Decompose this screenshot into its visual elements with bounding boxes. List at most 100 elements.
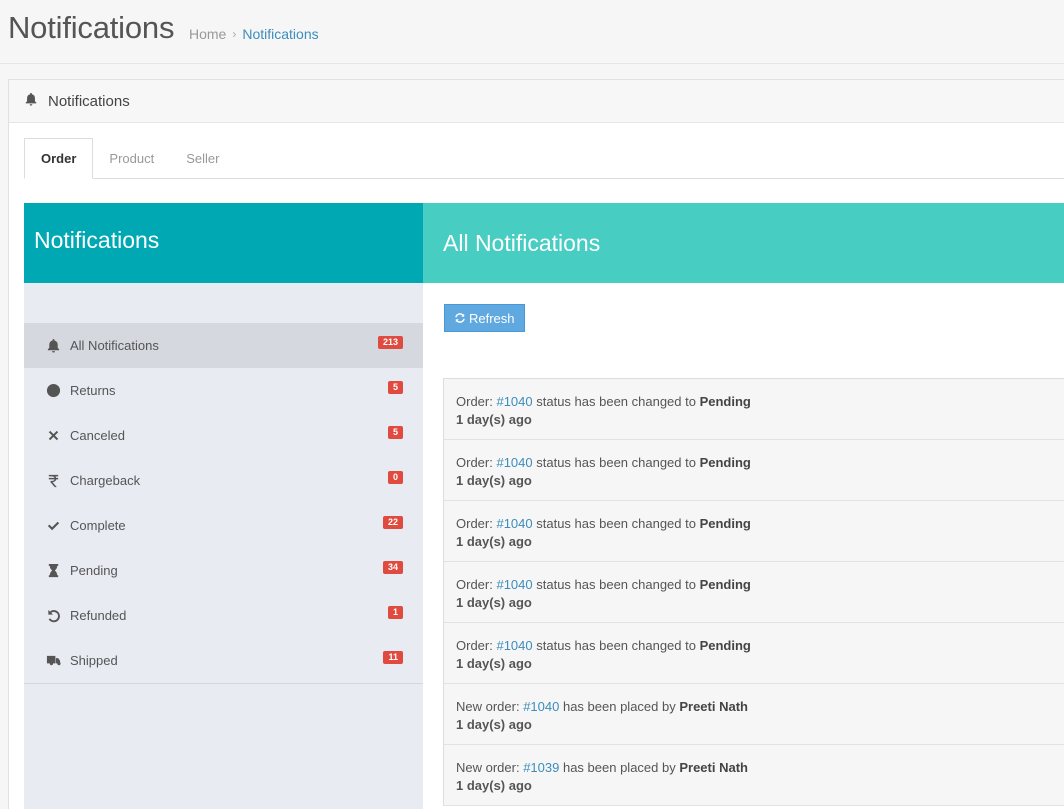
- refresh-icon: [454, 312, 469, 324]
- hourglass-icon: [44, 563, 62, 578]
- notification-emphasis: Pending: [699, 455, 751, 470]
- refresh-label: Refresh: [469, 310, 515, 326]
- notification-time: 1 day(s) ago: [456, 656, 532, 671]
- sidebar-item-complete[interactable]: Complete 22: [24, 503, 423, 548]
- check-icon: [44, 518, 62, 533]
- rupee-icon: [44, 473, 62, 488]
- notification-item: New order: #1040 has been placed by Pree…: [444, 684, 1064, 745]
- sidebar-item-chargeback[interactable]: Chargeback 0: [24, 458, 423, 503]
- count-badge: 22: [382, 516, 403, 529]
- order-link[interactable]: #1039: [523, 760, 559, 775]
- notification-message: Order: #1040 status has been changed to …: [456, 454, 1064, 472]
- notification-prefix: Order:: [456, 638, 497, 653]
- sidebar-item-label: Complete: [70, 518, 126, 533]
- notification-item: Order: #1040 status has been changed to …: [444, 501, 1064, 562]
- notification-emphasis: Preeti Nath: [679, 760, 748, 775]
- notification-text: status has been changed to: [532, 455, 700, 470]
- sidebar-item-canceled[interactable]: Canceled 5: [24, 413, 423, 458]
- sidebar-item-returns[interactable]: Returns 5: [24, 368, 423, 413]
- truck-icon: [44, 653, 62, 668]
- bell-icon: [24, 92, 38, 111]
- notification-emphasis: Pending: [699, 638, 751, 653]
- sidebar-item-label: Canceled: [70, 428, 125, 443]
- sidebar-item-shipped[interactable]: Shipped 11: [24, 638, 423, 683]
- bell-icon: [44, 338, 62, 353]
- refresh-button[interactable]: Refresh: [444, 304, 525, 332]
- sidebar-item-label: Shipped: [70, 653, 118, 668]
- order-link[interactable]: #1040: [496, 638, 532, 653]
- sidebar-item-all-notifications[interactable]: All Notifications 213: [24, 323, 423, 368]
- order-link[interactable]: #1040: [523, 699, 559, 714]
- notification-text: has been placed by: [559, 699, 680, 714]
- notification-time: 1 day(s) ago: [456, 717, 532, 732]
- notification-message: Order: #1040 status has been changed to …: [456, 637, 1064, 655]
- notification-message: New order: #1040 has been placed by Pree…: [456, 698, 1064, 716]
- notification-message: Order: #1040 status has been changed to …: [456, 576, 1064, 594]
- sidebar-item-label: All Notifications: [70, 338, 159, 353]
- notification-item: Order: #1040 status has been changed to …: [444, 379, 1064, 440]
- tab-product[interactable]: Product: [93, 138, 170, 179]
- breadcrumb: Home › Notifications: [189, 26, 319, 42]
- notification-prefix: Order:: [456, 516, 497, 531]
- notification-message: Order: #1040 status has been changed to …: [456, 393, 1064, 411]
- notification-time: 1 day(s) ago: [456, 412, 532, 427]
- tab-order[interactable]: Order: [24, 138, 94, 179]
- sidebar-item-label: Chargeback: [70, 473, 141, 488]
- sidebar-item-refunded[interactable]: Refunded 1: [24, 593, 423, 638]
- notification-prefix: New order:: [456, 760, 524, 775]
- sidebar-item-label: Returns: [70, 383, 116, 398]
- notification-prefix: Order:: [456, 394, 497, 409]
- notification-time: 1 day(s) ago: [456, 595, 532, 610]
- portlet-title: Notifications: [48, 92, 130, 110]
- notification-filter-menu: All Notifications 213 Returns 5 Canceled 5 Cha…: [24, 323, 423, 684]
- sidebar-title: Notifications: [24, 203, 423, 283]
- page-header: Notifications Home › Notifications: [0, 0, 1064, 64]
- main-title: All Notifications: [423, 203, 1064, 283]
- order-link[interactable]: #1040: [496, 516, 532, 531]
- notification-time: 1 day(s) ago: [456, 473, 532, 488]
- breadcrumb-current[interactable]: Notifications: [242, 26, 318, 42]
- count-badge: 0: [387, 471, 403, 484]
- notification-list: Order: #1040 status has been changed to …: [443, 378, 1064, 806]
- notification-time: 1 day(s) ago: [456, 534, 532, 549]
- notifications-portlet: Notifications Order Product Seller Notific…: [8, 79, 1064, 809]
- notification-item: Order: #1040 status has been changed to …: [444, 440, 1064, 501]
- sidebar-item-label: Refunded: [70, 608, 127, 623]
- arrow-circle-left-icon: [44, 383, 62, 398]
- notification-message: Order: #1040 status has been changed to …: [456, 515, 1064, 533]
- count-badge: 213: [377, 336, 403, 349]
- order-link[interactable]: #1040: [496, 455, 532, 470]
- portlet-header: Notifications: [9, 80, 1064, 123]
- notification-text: has been placed by: [559, 760, 680, 775]
- notification-text: status has been changed to: [532, 394, 700, 409]
- notification-item: Order: #1040 status has been changed to …: [444, 623, 1064, 684]
- order-link[interactable]: #1040: [496, 394, 532, 409]
- notification-emphasis: Preeti Nath: [679, 699, 748, 714]
- close-icon: [44, 428, 62, 443]
- page-title: Notifications: [8, 10, 175, 45]
- notification-item: New order: #1039 has been placed by Pree…: [444, 745, 1064, 806]
- order-link[interactable]: #1040: [496, 577, 532, 592]
- notification-prefix: New order:: [456, 699, 524, 714]
- notification-text: status has been changed to: [532, 577, 700, 592]
- count-badge: 5: [387, 426, 403, 439]
- undo-icon: [44, 608, 62, 623]
- sidebar-item-pending[interactable]: Pending 34: [24, 548, 423, 593]
- notification-item: Order: #1040 status has been changed to …: [444, 562, 1064, 623]
- notifications-sidebar: Notifications All Notifications 213 Return…: [24, 203, 423, 809]
- tab-bar: Order Product Seller: [24, 138, 1064, 179]
- notification-emphasis: Pending: [699, 577, 751, 592]
- notification-text: status has been changed to: [532, 516, 700, 531]
- count-badge: 11: [383, 651, 403, 664]
- count-badge: 1: [387, 606, 403, 619]
- notification-text: status has been changed to: [532, 638, 700, 653]
- notifications-main: All Notifications Refresh Order: #1040 s…: [423, 203, 1064, 809]
- tab-seller[interactable]: Seller: [170, 138, 235, 179]
- notification-time: 1 day(s) ago: [456, 778, 532, 793]
- sidebar-item-label: Pending: [70, 563, 118, 578]
- notification-emphasis: Pending: [699, 394, 751, 409]
- breadcrumb-home-link[interactable]: Home: [189, 26, 226, 42]
- breadcrumb-separator: ›: [232, 27, 237, 41]
- notification-prefix: Order:: [456, 455, 497, 470]
- notification-emphasis: Pending: [699, 516, 751, 531]
